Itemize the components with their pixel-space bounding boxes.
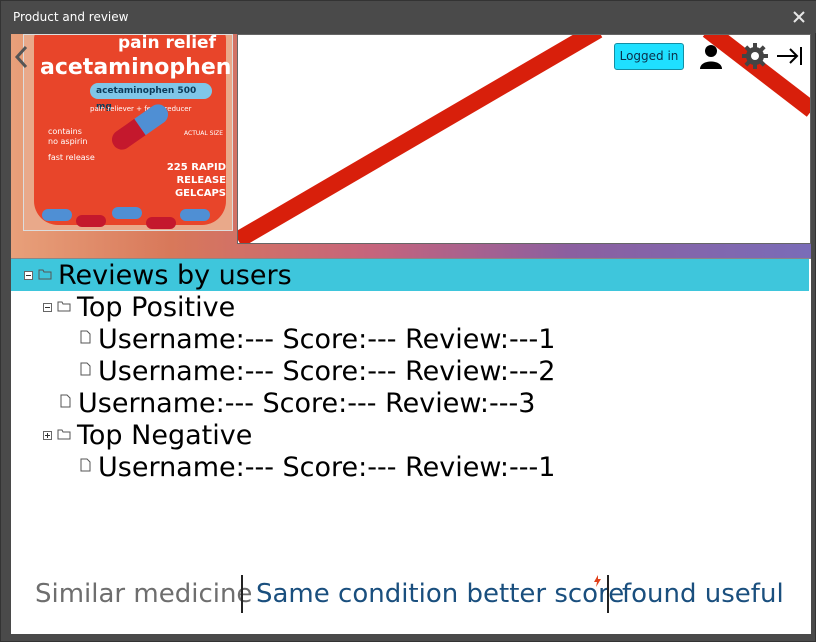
tree-group-top-positive[interactable]: Top Positive — [11, 291, 411, 323]
tree-item[interactable]: Username:--- Score:--- Review:---1 — [11, 451, 631, 483]
product-actual-size: ACTUAL SIZE — [184, 130, 224, 137]
review-item-label: Username:--- Score:--- Review:---3 — [78, 388, 536, 419]
tab-found-useful[interactable]: found useful — [622, 579, 784, 609]
product-dose: acetaminophen 500 mg — [90, 83, 212, 112]
product-brand-line: pain relief — [118, 34, 216, 53]
tree-item[interactable]: Username:--- Score:--- Review:---2 — [11, 355, 631, 387]
missing-image-cross-icon — [238, 35, 810, 243]
tree-root-reviews[interactable]: Reviews by users — [11, 259, 809, 291]
product-subtitle: pain reliever + fever reducer — [90, 105, 192, 113]
tab-similar-medicine[interactable]: Similar medicine — [35, 579, 252, 609]
product-contains: contains no aspirin — [48, 127, 88, 146]
tab-divider — [607, 575, 609, 613]
client-area: pain relief acetaminophen acetaminophen … — [11, 34, 811, 634]
logged-in-button[interactable]: Logged in — [614, 43, 684, 70]
gear-icon[interactable] — [741, 42, 769, 70]
window-title: Product and review — [13, 10, 129, 24]
review-item-label: Username:--- Score:--- Review:---2 — [98, 356, 556, 387]
review-item-label: Username:--- Score:--- Review:---1 — [98, 324, 556, 355]
file-icon — [80, 458, 91, 472]
missing-image-placeholder — [237, 34, 811, 244]
review-item-label: Username:--- Score:--- Review:---1 — [98, 452, 556, 483]
user-icon[interactable] — [698, 43, 724, 69]
tree-item[interactable]: Username:--- Score:--- Review:---3 — [11, 387, 631, 419]
file-icon — [80, 330, 91, 344]
product-name: acetaminophen — [40, 55, 232, 80]
tree-group-label: Top Negative — [77, 420, 253, 451]
tab-divider — [241, 575, 243, 613]
product-image: pain relief acetaminophen acetaminophen … — [23, 34, 233, 231]
tree-group-label: Top Positive — [77, 292, 236, 323]
product-count: 225 RAPID RELEASE GELCAPS — [166, 162, 226, 199]
folder-icon — [57, 301, 71, 312]
exit-to-right-icon[interactable] — [775, 44, 803, 68]
tree-group-top-negative[interactable]: Top Negative — [11, 419, 411, 451]
related-tabs: Similar medicine Same condition better s… — [11, 571, 811, 623]
chevron-left-icon[interactable] — [13, 44, 29, 70]
tree-item[interactable]: Username:--- Score:--- Review:---1 — [11, 323, 631, 355]
medicine-bottle: pain relief acetaminophen acetaminophen … — [34, 34, 231, 225]
file-icon — [60, 394, 71, 408]
close-icon[interactable] — [789, 7, 809, 27]
tree-root-label: Reviews by users — [58, 260, 292, 291]
reviews-panel: Reviews by users Top Positive Username:-… — [11, 258, 811, 634]
product-fast-release: fast release — [48, 153, 95, 162]
collapse-icon[interactable] — [43, 303, 52, 312]
folder-icon — [38, 269, 52, 280]
tab-same-condition-better-score[interactable]: Same condition better score — [256, 579, 624, 609]
folder-icon — [57, 429, 71, 440]
app-window: Product and review pain relief acetamino… — [0, 0, 816, 642]
title-bar: Product and review — [1, 1, 816, 33]
collapse-icon[interactable] — [24, 271, 33, 280]
expand-icon[interactable] — [43, 431, 52, 440]
flash-icon — [594, 575, 601, 587]
pills-decoration — [42, 205, 212, 230]
file-icon — [80, 362, 91, 376]
